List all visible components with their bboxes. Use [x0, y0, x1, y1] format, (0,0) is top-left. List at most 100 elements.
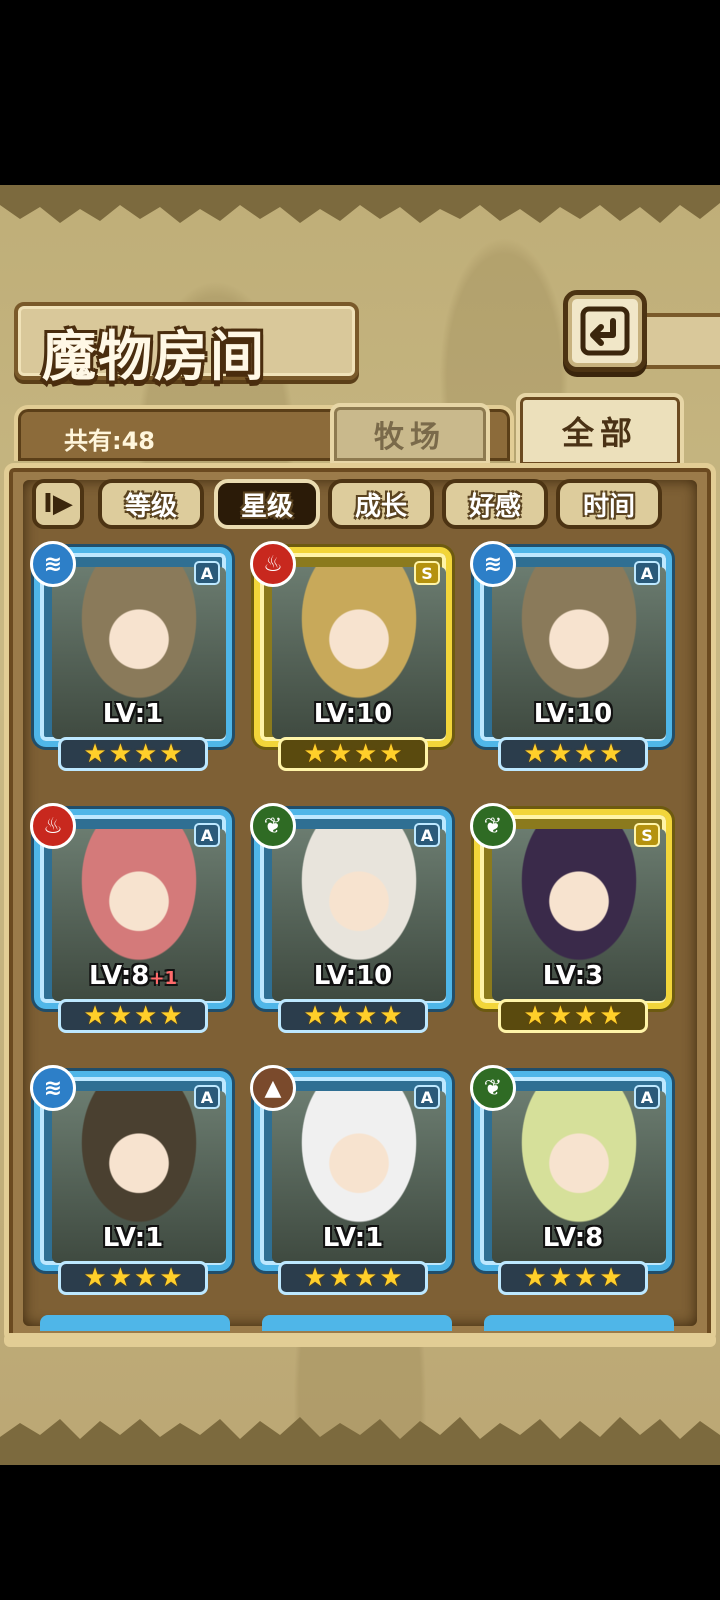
monster-grid: A ≋ LV:1 ★ ★ ★ ★ S ♨ LV:10 ★ ★ ★ ★ A ≋ LV:10 ★ ★ ★ ★ A ♨ LV:8+1… [30, 535, 690, 1327]
rank-badge: S [414, 561, 440, 585]
return-arrow-icon [580, 306, 630, 356]
fire-icon: ♨ [30, 803, 76, 849]
star-icon: ★ [599, 1263, 623, 1293]
mountain-icon: ▲ [250, 1065, 296, 1111]
star-icon: ★ [548, 1263, 572, 1293]
level-text: LV:8 [88, 961, 150, 991]
rank-badge: A [194, 1085, 220, 1109]
sort-by-affection-button[interactable]: 好感 [442, 479, 548, 529]
level-text: LV:10 [533, 699, 613, 729]
level-bonus: +1 [149, 968, 178, 989]
rank-badge: A [194, 561, 220, 585]
monster-card[interactable]: A ❦ LV:10 ★ ★ ★ ★ [250, 803, 456, 1035]
star-icon: ★ [379, 1001, 403, 1031]
water-icon: ≋ [470, 541, 516, 587]
sort-by-level-label: 等级 [124, 491, 177, 522]
sort-order-toggle-label: I▶ [43, 489, 73, 519]
tab-all[interactable]: 全部 [516, 393, 684, 469]
sort-by-stars-label: 星级 [240, 491, 293, 522]
sort-by-stars-button[interactable]: 星级 [214, 479, 320, 529]
monster-level: LV:8+1 [30, 961, 236, 991]
sort-by-time-label: 时间 [582, 491, 635, 522]
sort-by-level-button[interactable]: 等级 [98, 479, 204, 529]
star-rating: ★ ★ ★ ★ [58, 1261, 208, 1295]
monster-card[interactable]: S ♨ LV:10 ★ ★ ★ ★ [250, 541, 456, 773]
monster-level: LV:3 [470, 961, 676, 991]
title-plate: 魔物房间 [14, 302, 359, 388]
tab-ranch[interactable]: 牧场 [330, 403, 490, 465]
star-icon: ★ [303, 739, 327, 769]
monster-level: LV:8 [470, 1223, 676, 1253]
monster-card[interactable]: A ≋ LV:1 ★ ★ ★ ★ [30, 1065, 236, 1297]
star-icon: ★ [523, 1263, 547, 1293]
water-icon: ≋ [30, 1065, 76, 1111]
sort-order-toggle[interactable]: I▶ [32, 479, 84, 529]
panel-bottom-edge [4, 1333, 716, 1347]
star-icon: ★ [523, 1001, 547, 1031]
sort-by-growth-button[interactable]: 成长 [328, 479, 434, 529]
star-icon: ★ [354, 1263, 378, 1293]
rank-badge: A [414, 823, 440, 847]
level-text: LV:10 [313, 699, 393, 729]
star-rating: ★ ★ ★ ★ [58, 737, 208, 771]
star-icon: ★ [108, 739, 132, 769]
leaf-icon: ❦ [250, 803, 296, 849]
sort-by-time-button[interactable]: 时间 [556, 479, 662, 529]
monster-card[interactable]: A ❦ LV:8 ★ ★ ★ ★ [470, 1065, 676, 1297]
level-text: LV:1 [102, 699, 164, 729]
star-rating: ★ ★ ★ ★ [58, 999, 208, 1033]
level-text: LV:1 [322, 1223, 384, 1253]
next-row-peek [484, 1315, 674, 1331]
rank-badge: A [634, 561, 660, 585]
star-icon: ★ [599, 739, 623, 769]
monster-card[interactable]: S ❦ LV:3 ★ ★ ★ ★ [470, 803, 676, 1035]
star-icon: ★ [574, 1263, 598, 1293]
star-icon: ★ [83, 1263, 107, 1293]
star-icon: ★ [379, 739, 403, 769]
monster-card[interactable]: A ≋ LV:1 ★ ★ ★ ★ [30, 541, 236, 773]
back-button[interactable] [563, 290, 647, 372]
star-icon: ★ [134, 1263, 158, 1293]
star-icon: ★ [108, 1263, 132, 1293]
star-icon: ★ [328, 1263, 352, 1293]
star-icon: ★ [328, 739, 352, 769]
sort-by-affection-label: 好感 [468, 491, 521, 522]
star-icon: ★ [523, 739, 547, 769]
star-rating: ★ ★ ★ ★ [498, 1261, 648, 1295]
star-icon: ★ [574, 739, 598, 769]
water-icon: ≋ [30, 541, 76, 587]
torn-paper-top [0, 185, 720, 223]
star-icon: ★ [134, 1001, 158, 1031]
rank-badge: A [634, 1085, 660, 1109]
tab-ranch-label: 牧场 [374, 420, 446, 455]
monster-level: LV:10 [250, 961, 456, 991]
monster-card[interactable]: A ≋ LV:10 ★ ★ ★ ★ [470, 541, 676, 773]
page-title: 魔物房间 [42, 324, 266, 388]
leaf-icon: ❦ [470, 803, 516, 849]
star-icon: ★ [108, 1001, 132, 1031]
star-icon: ★ [354, 739, 378, 769]
tab-all-label: 全部 [561, 414, 638, 452]
star-rating: ★ ★ ★ ★ [278, 1261, 428, 1295]
monster-level: LV:10 [250, 699, 456, 729]
monster-level: LV:1 [250, 1223, 456, 1253]
star-icon: ★ [328, 1001, 352, 1031]
star-rating: ★ ★ ★ ★ [498, 999, 648, 1033]
next-row-peek [40, 1315, 230, 1331]
sort-bar: I▶ 等级 星级 成长 好感 时间 [30, 479, 690, 535]
star-icon: ★ [379, 1263, 403, 1293]
star-icon: ★ [83, 1001, 107, 1031]
leaf-icon: ❦ [470, 1065, 516, 1111]
star-icon: ★ [548, 739, 572, 769]
star-rating: ★ ★ ★ ★ [278, 737, 428, 771]
star-icon: ★ [548, 1001, 572, 1031]
star-icon: ★ [303, 1263, 327, 1293]
star-icon: ★ [303, 1001, 327, 1031]
monster-level: LV:1 [30, 699, 236, 729]
monster-card[interactable]: A ▲ LV:1 ★ ★ ★ ★ [250, 1065, 456, 1297]
monster-card[interactable]: A ♨ LV:8+1 ★ ★ ★ ★ [30, 803, 236, 1035]
star-icon: ★ [83, 739, 107, 769]
level-text: LV:3 [542, 961, 604, 991]
star-icon: ★ [159, 1263, 183, 1293]
level-text: LV:10 [313, 961, 393, 991]
